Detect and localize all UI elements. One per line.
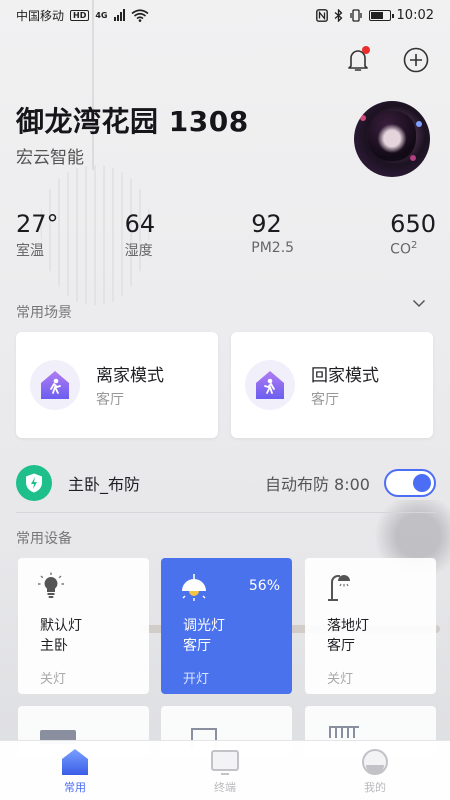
scene-text: 回家模式 客厅 [311, 361, 379, 409]
device-room: 客厅 [183, 638, 211, 654]
device-name: 默认灯 [40, 618, 82, 634]
scenes-section-label: 常用场景 [16, 305, 72, 321]
notification-badge [362, 46, 370, 54]
vibrate-icon [349, 8, 362, 22]
device-room: 客厅 [327, 638, 355, 654]
user-avatar[interactable] [354, 101, 430, 177]
status-left: 中国移动 HD 4G [16, 7, 149, 24]
bluetooth-icon [334, 8, 342, 22]
shield-badge [16, 465, 52, 501]
clock: 10:02 [396, 7, 434, 23]
security-row[interactable]: 主卧_布防 自动布防 8:00 [16, 462, 436, 504]
shield-bolt-icon [26, 473, 42, 493]
divider [16, 512, 436, 513]
stat-label-sup: 2 [410, 240, 418, 251]
status-right: 10:02 [315, 7, 434, 23]
nav-label: 我的 [364, 780, 386, 794]
stat-value: 64 [124, 210, 156, 238]
hd-badge: HD [70, 9, 90, 21]
carrier-label: 中国移动 [16, 8, 65, 23]
stat-label: PM2.5 [251, 240, 295, 256]
house-walk-in-icon [256, 371, 284, 399]
toggle-knob [413, 474, 431, 492]
nav-item-profile[interactable]: 我的 [330, 747, 420, 795]
stat-pm25: 92 PM2.5 [251, 210, 294, 260]
scene-name: 回家模式 [311, 366, 379, 386]
device-name: 调光灯 [183, 618, 225, 634]
floor-lamp-icon [328, 575, 350, 601]
scene-icon-wrap [30, 360, 80, 410]
nav-item-terminal[interactable]: 终端 [180, 747, 270, 795]
scene-card-home[interactable]: 回家模式 客厅 [231, 332, 433, 438]
scene-card-away[interactable]: 离家模式 客厅 [16, 332, 218, 438]
stat-label: 室温 [16, 243, 44, 259]
chevron-down-icon[interactable] [412, 296, 426, 310]
nav-item-favorites[interactable]: 常用 [30, 747, 120, 795]
signal-icon [113, 9, 125, 21]
scene-room: 客厅 [311, 392, 339, 408]
device-name: 落地灯 [327, 618, 369, 634]
house-walk-out-icon [41, 371, 69, 399]
battery-icon [368, 9, 394, 21]
security-auto-label: 自动布防 8:00 [264, 475, 370, 494]
device-room: 主卧 [40, 638, 68, 654]
security-toggle[interactable] [384, 469, 436, 497]
header-actions [344, 46, 430, 74]
notification-button[interactable] [344, 46, 372, 74]
stat-label: CO2 [390, 240, 417, 258]
stat-value: 650 [390, 210, 436, 238]
device-state: 关灯 [327, 672, 354, 687]
home-title: 御龙湾花园 1308 [16, 105, 249, 138]
scene-name: 离家模式 [96, 366, 164, 386]
stat-label-main: CO [390, 241, 411, 258]
wifi-icon [130, 8, 149, 22]
home-subtitle: 宏云智能 [16, 148, 84, 168]
scene-text: 离家模式 客厅 [96, 361, 164, 409]
scene-room: 客厅 [96, 392, 124, 408]
add-button[interactable] [402, 46, 430, 74]
device-state: 开灯 [183, 672, 210, 687]
monitor-icon [211, 749, 239, 775]
stat-humidity: 64 湿度 [125, 210, 156, 260]
nav-label: 终端 [214, 780, 236, 794]
scene-icon-wrap [245, 360, 295, 410]
stat-value: 27° [16, 210, 59, 238]
device-icon-peek [329, 726, 359, 738]
bottom-nav: 常用 终端 我的 [0, 740, 450, 800]
device-card-dimmer-light[interactable]: 56% 调光灯 客厅 开灯 [161, 558, 292, 694]
device-state: 关灯 [40, 672, 67, 687]
device-card-default-light[interactable]: 默认灯 主卧 关灯 [18, 558, 149, 694]
device-percent: 56% [248, 578, 280, 594]
stat-temperature: 27° 室温 [16, 210, 59, 260]
plus-circle-icon [403, 47, 429, 73]
stat-value: 92 [251, 210, 282, 238]
devices-section-label: 常用设备 [16, 531, 72, 547]
bulb-icon [38, 572, 64, 598]
security-name: 主卧_布防 [68, 475, 141, 494]
network-type: 4G [95, 10, 108, 20]
pendant-lamp-icon [182, 574, 206, 601]
profile-icon [362, 748, 388, 775]
environment-stats: 27° 室温 64 湿度 92 PM2.5 650 CO2 [16, 210, 436, 260]
nav-label: 常用 [64, 780, 86, 794]
nfc-icon [315, 8, 328, 22]
home-icon [62, 748, 88, 775]
status-bar: 中国移动 HD 4G 10:02 [0, 0, 450, 30]
stat-label: 湿度 [124, 243, 153, 259]
device-card-floor-lamp[interactable]: 落地灯 客厅 关灯 [305, 558, 436, 694]
stat-co2: 650 CO2 [390, 210, 436, 260]
